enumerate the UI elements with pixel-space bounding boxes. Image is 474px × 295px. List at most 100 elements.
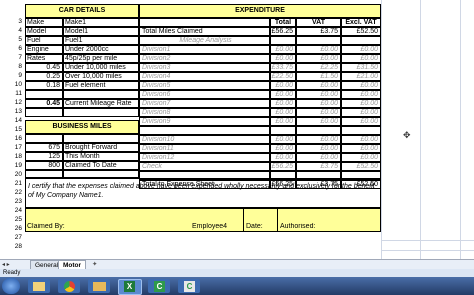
expenditure-vat[interactable]: £3.75 bbox=[296, 27, 341, 36]
expenditure-excl-vat[interactable]: £0.00 bbox=[341, 90, 381, 99]
expenditure-total[interactable]: £0.00 bbox=[270, 108, 296, 117]
expenditure-excl-vat[interactable]: £21.00 bbox=[341, 72, 381, 81]
row-number[interactable]: 22 bbox=[0, 189, 22, 196]
row-number[interactable]: 11 bbox=[0, 90, 22, 97]
expenditure-row-label[interactable]: Check bbox=[139, 162, 270, 171]
expenditure-vat[interactable]: £0.00 bbox=[296, 54, 341, 63]
expenditure-vat[interactable]: £0.00 bbox=[296, 45, 341, 54]
camtasia-recorder-icon[interactable]: C bbox=[178, 279, 200, 293]
expenditure-excl-vat[interactable]: £0.00 bbox=[341, 144, 381, 153]
expenditure-row-label[interactable]: Division2 bbox=[139, 54, 270, 63]
row-number[interactable]: 6 bbox=[0, 45, 22, 52]
expenditure-vat[interactable]: £0.00 bbox=[296, 99, 341, 108]
expenditure-total[interactable]: £33.75 bbox=[270, 63, 296, 72]
row-number[interactable]: 15 bbox=[0, 126, 22, 133]
excel-icon[interactable]: X bbox=[118, 279, 142, 295]
expenditure-total[interactable]: £0.00 bbox=[270, 54, 296, 63]
row-number[interactable]: 12 bbox=[0, 99, 22, 106]
expenditure-row-label[interactable]: Division8 bbox=[139, 108, 270, 117]
expenditure-row-label[interactable]: Mileage Analysis bbox=[139, 36, 270, 45]
car-detail-label[interactable]: 0.25 bbox=[25, 72, 63, 81]
expenditure-total[interactable]: £56.25 bbox=[270, 162, 296, 171]
explorer-icon[interactable] bbox=[28, 279, 50, 293]
row-number[interactable]: 20 bbox=[0, 171, 22, 178]
business-miles-label[interactable]: This Month bbox=[63, 152, 139, 161]
expenditure-row-label[interactable]: Division9 bbox=[139, 117, 270, 126]
expenditure-vat[interactable]: £1.50 bbox=[296, 72, 341, 81]
row-number[interactable]: 17 bbox=[0, 144, 22, 151]
expenditure-row-label[interactable]: Total Miles Claimed bbox=[139, 27, 270, 36]
business-miles-value[interactable]: 125 bbox=[25, 152, 63, 161]
expenditure-vat[interactable]: £0.00 bbox=[296, 153, 341, 162]
tab-scroll-arrows-icon[interactable]: ◂ ▸ bbox=[2, 261, 10, 268]
row-number[interactable]: 24 bbox=[0, 207, 22, 214]
expenditure-excl-vat[interactable]: £0.00 bbox=[341, 135, 381, 144]
expenditure-excl-vat[interactable] bbox=[341, 36, 381, 45]
expenditure-excl-vat[interactable]: £0.00 bbox=[341, 99, 381, 108]
expenditure-total[interactable]: £0.00 bbox=[270, 45, 296, 54]
expenditure-row-label[interactable]: Division7 bbox=[139, 99, 270, 108]
business-miles-value[interactable]: 800 bbox=[25, 161, 63, 170]
expenditure-excl-vat[interactable]: £0.00 bbox=[341, 153, 381, 162]
row-number[interactable]: 7 bbox=[0, 54, 22, 61]
expenditure-excl-vat[interactable] bbox=[341, 126, 381, 135]
expenditure-vat[interactable]: £0.00 bbox=[296, 135, 341, 144]
expenditure-vat[interactable] bbox=[296, 36, 341, 45]
car-detail-value[interactable]: Model1 bbox=[63, 27, 139, 36]
expenditure-total[interactable]: £56.25 bbox=[270, 27, 296, 36]
expenditure-row-label[interactable]: Division10 bbox=[139, 135, 270, 144]
expenditure-row-label[interactable]: Division5 bbox=[139, 81, 270, 90]
empty-cell[interactable] bbox=[63, 108, 139, 117]
car-detail-value[interactable]: Under 10,000 miles bbox=[63, 63, 139, 72]
chrome-icon[interactable] bbox=[58, 279, 80, 293]
row-number[interactable]: 27 bbox=[0, 234, 22, 241]
employee-name[interactable]: Employee4 bbox=[192, 223, 242, 232]
car-detail-value[interactable] bbox=[63, 90, 139, 99]
expenditure-vat[interactable]: £3.75 bbox=[296, 162, 341, 171]
expenditure-total[interactable]: £0.00 bbox=[270, 99, 296, 108]
row-number[interactable]: 9 bbox=[0, 72, 22, 79]
car-detail-label[interactable]: Model bbox=[25, 27, 63, 36]
empty-cell[interactable] bbox=[25, 134, 63, 143]
car-detail-value[interactable]: Under 2000cc bbox=[63, 45, 139, 54]
car-detail-label[interactable]: 0.45 bbox=[25, 63, 63, 72]
expenditure-excl-vat[interactable]: £0.00 bbox=[341, 45, 381, 54]
row-number[interactable]: 5 bbox=[0, 36, 22, 43]
expenditure-total[interactable]: £0.00 bbox=[270, 117, 296, 126]
expenditure-excl-vat[interactable]: £0.00 bbox=[341, 81, 381, 90]
expenditure-excl-vat[interactable]: £0.00 bbox=[341, 108, 381, 117]
car-detail-label[interactable]: 0.18 bbox=[25, 81, 63, 90]
folder-icon[interactable] bbox=[88, 279, 110, 293]
row-number[interactable]: 4 bbox=[0, 27, 22, 34]
expenditure-total[interactable] bbox=[270, 126, 296, 135]
expenditure-row-label[interactable] bbox=[139, 126, 270, 135]
car-detail-label[interactable]: Fuel bbox=[25, 36, 63, 45]
expenditure-total[interactable]: £0.00 bbox=[270, 81, 296, 90]
row-number[interactable]: 21 bbox=[0, 180, 22, 187]
expenditure-row-label[interactable]: Division11 bbox=[139, 144, 270, 153]
empty-cell[interactable] bbox=[25, 108, 63, 117]
row-number[interactable]: 10 bbox=[0, 81, 22, 88]
insert-sheet-icon[interactable]: ✦ bbox=[88, 260, 101, 269]
expenditure-vat[interactable] bbox=[296, 126, 341, 135]
empty-cell[interactable] bbox=[63, 134, 139, 143]
expenditure-vat[interactable]: £0.00 bbox=[296, 90, 341, 99]
expenditure-row-label[interactable]: Division4 bbox=[139, 72, 270, 81]
row-number[interactable]: 14 bbox=[0, 117, 22, 124]
expenditure-vat[interactable]: £2.25 bbox=[296, 63, 341, 72]
business-miles-label[interactable]: Claimed To Date bbox=[63, 161, 139, 170]
car-detail-value[interactable]: Over 10,000 miles bbox=[63, 72, 139, 81]
expenditure-excl-vat[interactable]: £0.00 bbox=[341, 54, 381, 63]
row-number[interactable]: 26 bbox=[0, 225, 22, 232]
expenditure-vat[interactable]: £0.00 bbox=[296, 144, 341, 153]
row-number[interactable]: 8 bbox=[0, 63, 22, 70]
row-number[interactable]: 23 bbox=[0, 198, 22, 205]
expenditure-row-label[interactable]: Division1 bbox=[139, 45, 270, 54]
car-detail-label[interactable]: Rates bbox=[25, 54, 63, 63]
expenditure-excl-vat[interactable]: £52.50 bbox=[341, 162, 381, 171]
expenditure-excl-vat[interactable]: £52.50 bbox=[341, 27, 381, 36]
car-detail-label[interactable] bbox=[25, 90, 63, 99]
expenditure-total[interactable]: £0.00 bbox=[270, 90, 296, 99]
expenditure-total[interactable]: £0.00 bbox=[270, 144, 296, 153]
empty-cell[interactable] bbox=[63, 170, 139, 178]
